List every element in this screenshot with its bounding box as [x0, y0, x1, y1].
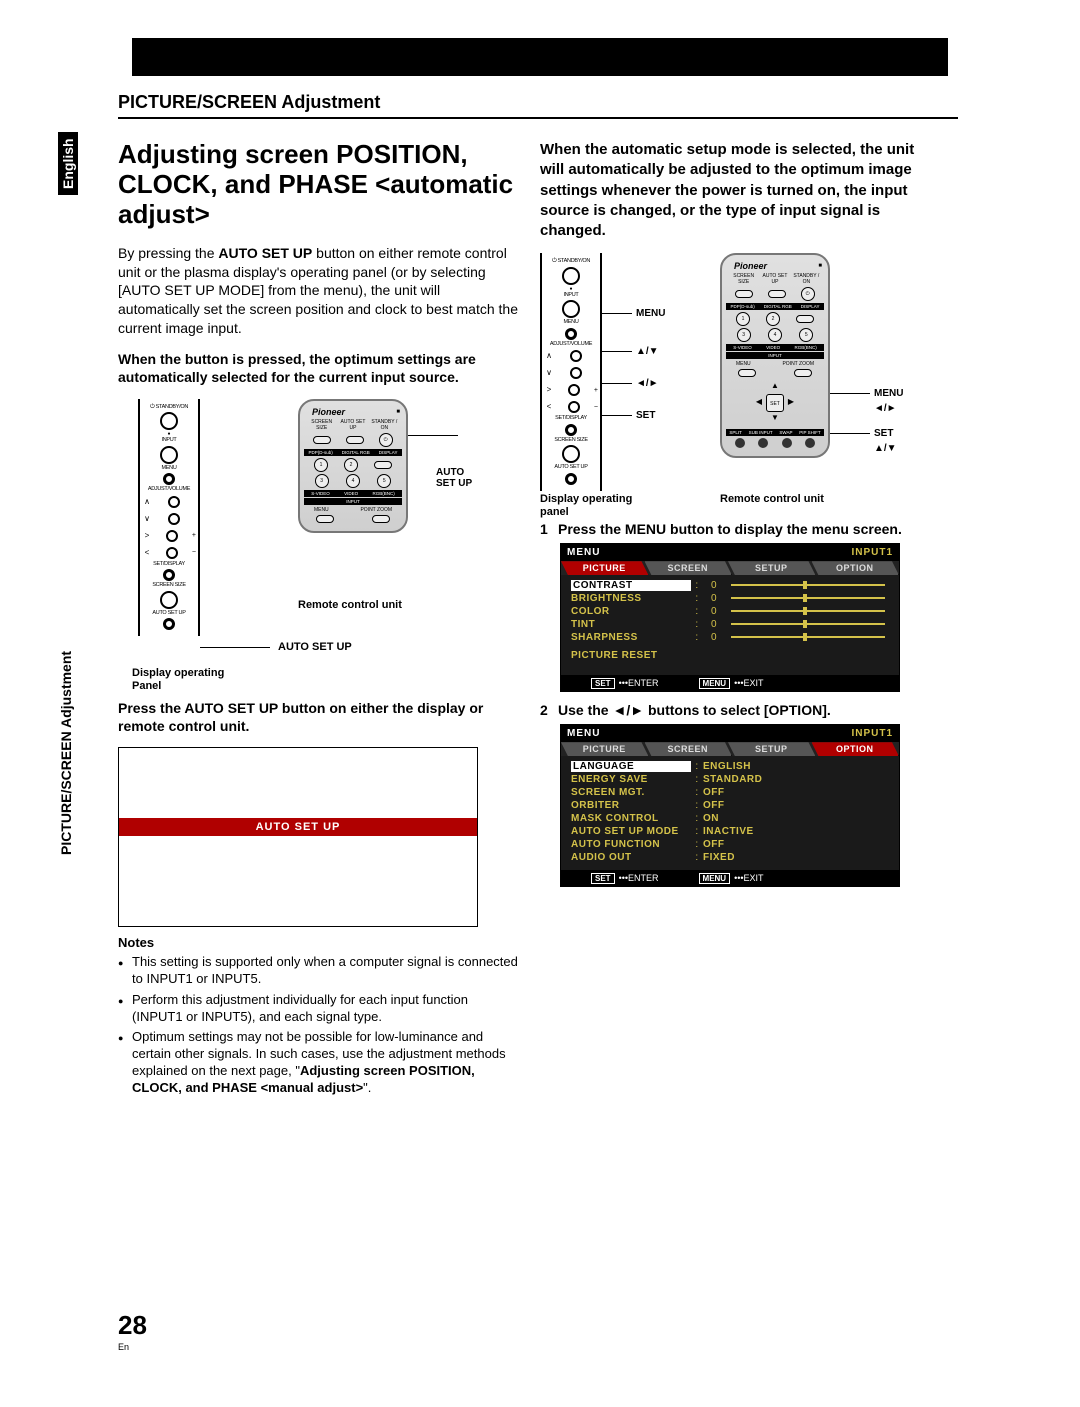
osd-row: CONTRAST:0: [571, 579, 889, 592]
osd-tab-picture: PICTURE: [561, 561, 649, 575]
page-title: Adjusting screen POSITION, CLOCK, and PH…: [118, 140, 518, 230]
osd-row: COLOR:0: [571, 605, 889, 618]
notes-heading: Notes: [118, 935, 518, 950]
caption-remote-left: Remote control unit: [298, 599, 402, 611]
side-tab-section: PICTURE/SCREEN Adjustment: [58, 651, 74, 855]
osd-picture-reset: PICTURE RESET: [571, 650, 889, 661]
osd-tab-setup: SETUP: [728, 561, 816, 575]
osd-tab-screen: SCREEN: [645, 561, 733, 575]
osd-auto-setup-strip: AUTO SET UP: [119, 818, 477, 836]
callout-auto-setup-panel: AUTO SET UP: [278, 641, 352, 653]
callout-menu-remote: MENU: [874, 388, 903, 399]
step-1: 1 Press the MENU button to display the m…: [540, 521, 940, 537]
osd-row: LANGUAGE:ENGLISH: [571, 760, 889, 773]
step-2: 2 Use the ◄/► buttons to select [OPTION]…: [540, 702, 940, 718]
osd-row: ENERGY SAVE:STANDARD: [571, 773, 889, 786]
note-item: Perform this adjustment individually for…: [118, 992, 518, 1026]
osd-row: SHARPNESS:0: [571, 631, 889, 644]
callout-set-remote: SET: [874, 428, 893, 439]
side-tab-language: English: [58, 132, 78, 195]
osd-tab-setup: SETUP: [728, 742, 816, 756]
osd-row: AUTO FUNCTION:OFF: [571, 838, 889, 851]
osd-tab-option: OPTION: [812, 742, 900, 756]
osd-row: SCREEN MGT.:OFF: [571, 786, 889, 799]
remote-illustration: Pioneer■ SCREEN SIZE AUTO SET UP STANDBY…: [720, 253, 830, 458]
top-black-bar: [132, 38, 948, 76]
display-panel-illustration: ⏻ STANDBY/ON ● INPUT MENU ADJUST/VOLUME …: [540, 253, 602, 491]
osd-row: TINT:0: [571, 618, 889, 631]
osd-row: ORBITER:OFF: [571, 799, 889, 812]
note-item: Optimum settings may not be possible for…: [118, 1029, 518, 1097]
osd-menu-option: MENUINPUT1 PICTURE SCREEN SETUP OPTION L…: [560, 724, 900, 887]
osd-tab-picture: PICTURE: [561, 742, 649, 756]
section-heading: PICTURE/SCREEN Adjustment: [118, 92, 958, 119]
callout-updown-remote: ▲/▼: [874, 443, 897, 454]
notes-list: This setting is supported only when a co…: [118, 954, 518, 1097]
caption-panel-left: Display operating Panel: [132, 667, 224, 693]
osd-tab-screen: SCREEN: [645, 742, 733, 756]
callout-leftright: ◄/►: [636, 378, 659, 389]
display-panel-illustration: ⏻ STANDBY/ON ● INPUT MENU ADJUST/VOLUME …: [138, 399, 200, 637]
press-instruction: Press the AUTO SET UP button on either t…: [118, 699, 518, 735]
remote-illustration: Pioneer■ SCREEN SIZE AUTO SET UP STANDBY…: [298, 399, 408, 533]
diagram-panel-remote-left: ⏻ STANDBY/ON ● INPUT MENU ADJUST/VOLUME …: [118, 399, 518, 689]
callout-leftright-remote: ◄/►: [874, 403, 897, 414]
page-number: 28: [118, 1310, 147, 1341]
osd-row: AUDIO OUT:FIXED: [571, 851, 889, 864]
osd-row: MASK CONTROL:ON: [571, 812, 889, 825]
diagram-panel-remote-right: ⏻ STANDBY/ON ● INPUT MENU ADJUST/VOLUME …: [540, 253, 940, 513]
intro-paragraph: By pressing the AUTO SET UP button on ei…: [118, 244, 518, 338]
subhead-optimum: When the button is pressed, the optimum …: [118, 350, 518, 386]
osd-row: BRIGHTNESS:0: [571, 592, 889, 605]
page-lang-code: En: [118, 1342, 129, 1352]
osd-menu-picture: MENUINPUT1 PICTURE SCREEN SETUP OPTION C…: [560, 543, 900, 692]
osd-auto-setup-box: AUTO SET UP: [118, 747, 478, 927]
osd-tab-option: OPTION: [812, 561, 900, 575]
note-item: This setting is supported only when a co…: [118, 954, 518, 988]
callout-menu: MENU: [636, 308, 665, 319]
subhead-auto-mode: When the automatic setup mode is selecte…: [540, 140, 940, 241]
callout-auto-setup-remote: AUTO SET UP: [436, 467, 472, 489]
caption-panel-right: Display operating panel: [540, 493, 632, 519]
callout-set: SET: [636, 410, 655, 421]
callout-updown: ▲/▼: [636, 346, 659, 357]
caption-remote-right: Remote control unit: [720, 493, 824, 505]
osd-row: AUTO SET UP MODE:INACTIVE: [571, 825, 889, 838]
